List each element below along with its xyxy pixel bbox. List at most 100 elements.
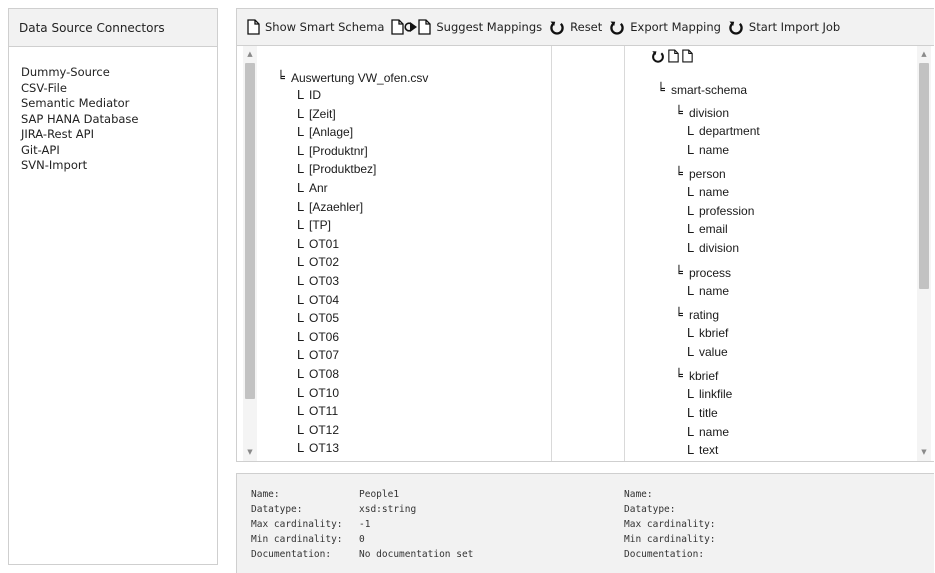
target-tree-leaf[interactable]: Ltext: [687, 442, 718, 458]
connector-item-dummy-source[interactable]: Dummy-Source: [21, 65, 217, 81]
target-tree-leaf[interactable]: Lprofession: [687, 203, 754, 218]
source-tree-leaf[interactable]: L OT02: [297, 255, 339, 270]
source-tree-leaf[interactable]: L OT05: [297, 310, 339, 326]
scroll-thumb[interactable]: [919, 63, 929, 289]
source-tree-leaf[interactable]: L OT03: [297, 274, 339, 289]
source-tree-leaf[interactable]: L [Zeit]: [297, 106, 336, 121]
info-label: Documentation:: [624, 549, 705, 560]
tree-leaf-icon: L: [687, 442, 695, 458]
source-tree-leaf[interactable]: L OT13: [297, 441, 340, 456]
target-tree-branch[interactable]: ╘ process: [675, 266, 731, 281]
source-tree-leaf[interactable]: L [Azaehler]: [297, 199, 363, 214]
source-tree-leaf[interactable]: L OT10: [297, 384, 339, 400]
info-label: Min cardinality:: [624, 534, 716, 545]
source-leaf-label: OT13: [309, 441, 340, 456]
tree-leaf-icon: L: [687, 343, 695, 359]
tree-leaf-icon: L: [297, 310, 305, 326]
tree-branch-icon: ╘: [657, 83, 665, 98]
target-tree-leaf[interactable]: Lname: [687, 142, 730, 157]
target-branch-label: division: [689, 106, 730, 120]
source-tree-leaf[interactable]: L [Anlage]: [297, 125, 353, 140]
source-tree-leaf[interactable]: L OT06: [297, 329, 339, 344]
source-tree-root[interactable]: ╘ Auswertung VW_ofen.csv: [277, 71, 428, 86]
tree-leaf-icon: L: [687, 240, 695, 255]
show-smart-schema-button[interactable]: Show Smart Schema: [247, 19, 384, 35]
connector-item-csv-file[interactable]: CSV-File: [21, 81, 217, 97]
tree-leaf-icon: L: [687, 282, 695, 298]
source-tree-leaf[interactable]: L OT04: [297, 292, 339, 307]
document-icon[interactable]: [682, 48, 693, 67]
source-tree-leaf[interactable]: L OT08: [297, 367, 340, 382]
tree-leaf-icon: L: [297, 87, 305, 102]
target-tree-pane: ╘ smart-schema ╘ division Ldepartment Lname ╘…: [624, 46, 934, 461]
target-leaf-label: name: [699, 142, 730, 157]
target-tree-leaf[interactable]: Llinkfile: [687, 387, 732, 402]
tree-leaf-icon: L: [687, 221, 695, 237]
target-tree-leaf[interactable]: Ldivision: [687, 240, 739, 256]
tree-leaf-icon: L: [297, 180, 305, 195]
target-tree-branch[interactable]: ╘ division: [675, 106, 729, 121]
target-tree-branch[interactable]: ╘ kbrief: [675, 369, 718, 384]
target-branch-label: process: [689, 265, 732, 280]
target-tree-scrollbar[interactable]: ▲ ▼: [917, 46, 931, 461]
target-tree-branch[interactable]: ╘ rating: [675, 308, 719, 323]
connector-item-sap-hana-database[interactable]: SAP HANA Database: [21, 112, 217, 128]
target-leaf-label: department: [699, 124, 760, 138]
start-import-job-button[interactable]: Start Import Job: [728, 19, 840, 35]
target-tree-branch[interactable]: ╘ person: [675, 167, 726, 182]
source-tree-leaf[interactable]: L [Produktnr]: [297, 143, 368, 158]
reset-icon[interactable]: [651, 48, 665, 67]
source-tree-leaf[interactable]: L OT12: [297, 422, 340, 437]
target-root-label: smart-schema: [671, 83, 748, 97]
reset-button[interactable]: Reset: [549, 19, 602, 35]
target-tree-leaf[interactable]: Ltitle: [687, 406, 718, 421]
info-label: Datatype:: [251, 504, 303, 515]
target-tree-leaf[interactable]: Lname: [687, 185, 729, 200]
target-tree-leaf[interactable]: Lvalue: [687, 343, 728, 359]
connector-item-semantic-mediator[interactable]: Semantic Mediator: [21, 96, 217, 112]
connector-item-git-api[interactable]: Git-API: [21, 143, 217, 159]
source-tree-leaf[interactable]: L [TP]: [297, 218, 331, 233]
source-tree-leaf[interactable]: L [Produktbez]: [297, 162, 376, 177]
target-tree-root[interactable]: ╘ smart-schema: [657, 83, 747, 98]
target-leaf-label: email: [699, 222, 728, 237]
target-branch-label: kbrief: [689, 369, 719, 384]
export-mapping-button[interactable]: Export Mapping: [609, 19, 721, 35]
export-mapping-label: Export Mapping: [630, 20, 721, 34]
source-tree-pane: ╘ Auswertung VW_ofen.csv L ID L [Zeit] L [Anla…: [237, 46, 552, 461]
source-leaf-label: OT08: [309, 367, 340, 381]
info-label: Datatype:: [624, 504, 676, 515]
connector-item-svn-import[interactable]: SVN-Import: [21, 158, 217, 174]
info-value: xsd:string: [359, 504, 417, 515]
source-tree-leaf[interactable]: L OT01: [297, 236, 339, 251]
target-branch-label: rating: [689, 308, 720, 323]
tree-branch-icon: ╘: [675, 106, 683, 121]
source-tree-leaf[interactable]: L OT11: [297, 404, 338, 419]
target-tree-leaf[interactable]: Lname: [687, 423, 729, 439]
target-leaf-label: value: [699, 344, 728, 359]
source-info-row: Datatype: xsd:string: [251, 502, 473, 517]
document-icon[interactable]: [668, 48, 679, 67]
connector-item-jira-rest-api[interactable]: JIRA-Rest API: [21, 127, 217, 143]
source-tree-leaf[interactable]: L OT07: [297, 348, 339, 363]
tree-leaf-icon: L: [297, 384, 305, 400]
info-value: 0: [359, 534, 365, 545]
source-leaf-label: ID: [309, 88, 321, 102]
target-tree-leaf[interactable]: Lname: [687, 282, 730, 298]
source-tree-leaf[interactable]: L ID: [297, 87, 321, 103]
source-leaf-label: OT12: [309, 422, 340, 437]
tree-leaf-icon: L: [687, 423, 695, 439]
target-tree-leaf[interactable]: Lkbrief: [687, 325, 728, 341]
target-leaf-label: name: [699, 283, 730, 298]
target-tree-leaf[interactable]: Lemail: [687, 221, 728, 237]
target-info-row: Documentation:: [624, 547, 732, 562]
info-value: No documentation set: [359, 549, 474, 560]
scroll-down-arrow[interactable]: ▼: [920, 448, 928, 456]
tree-leaf-icon: L: [687, 325, 695, 341]
source-leaf-label: [Zeit]: [309, 106, 336, 121]
scroll-up-arrow[interactable]: ▲: [920, 50, 928, 58]
target-tree-leaf[interactable]: Ldepartment: [687, 124, 760, 139]
suggest-mappings-button[interactable]: Suggest Mappings: [391, 19, 542, 35]
info-value: -1: [359, 519, 371, 530]
source-tree-leaf[interactable]: L Anr: [297, 180, 328, 196]
